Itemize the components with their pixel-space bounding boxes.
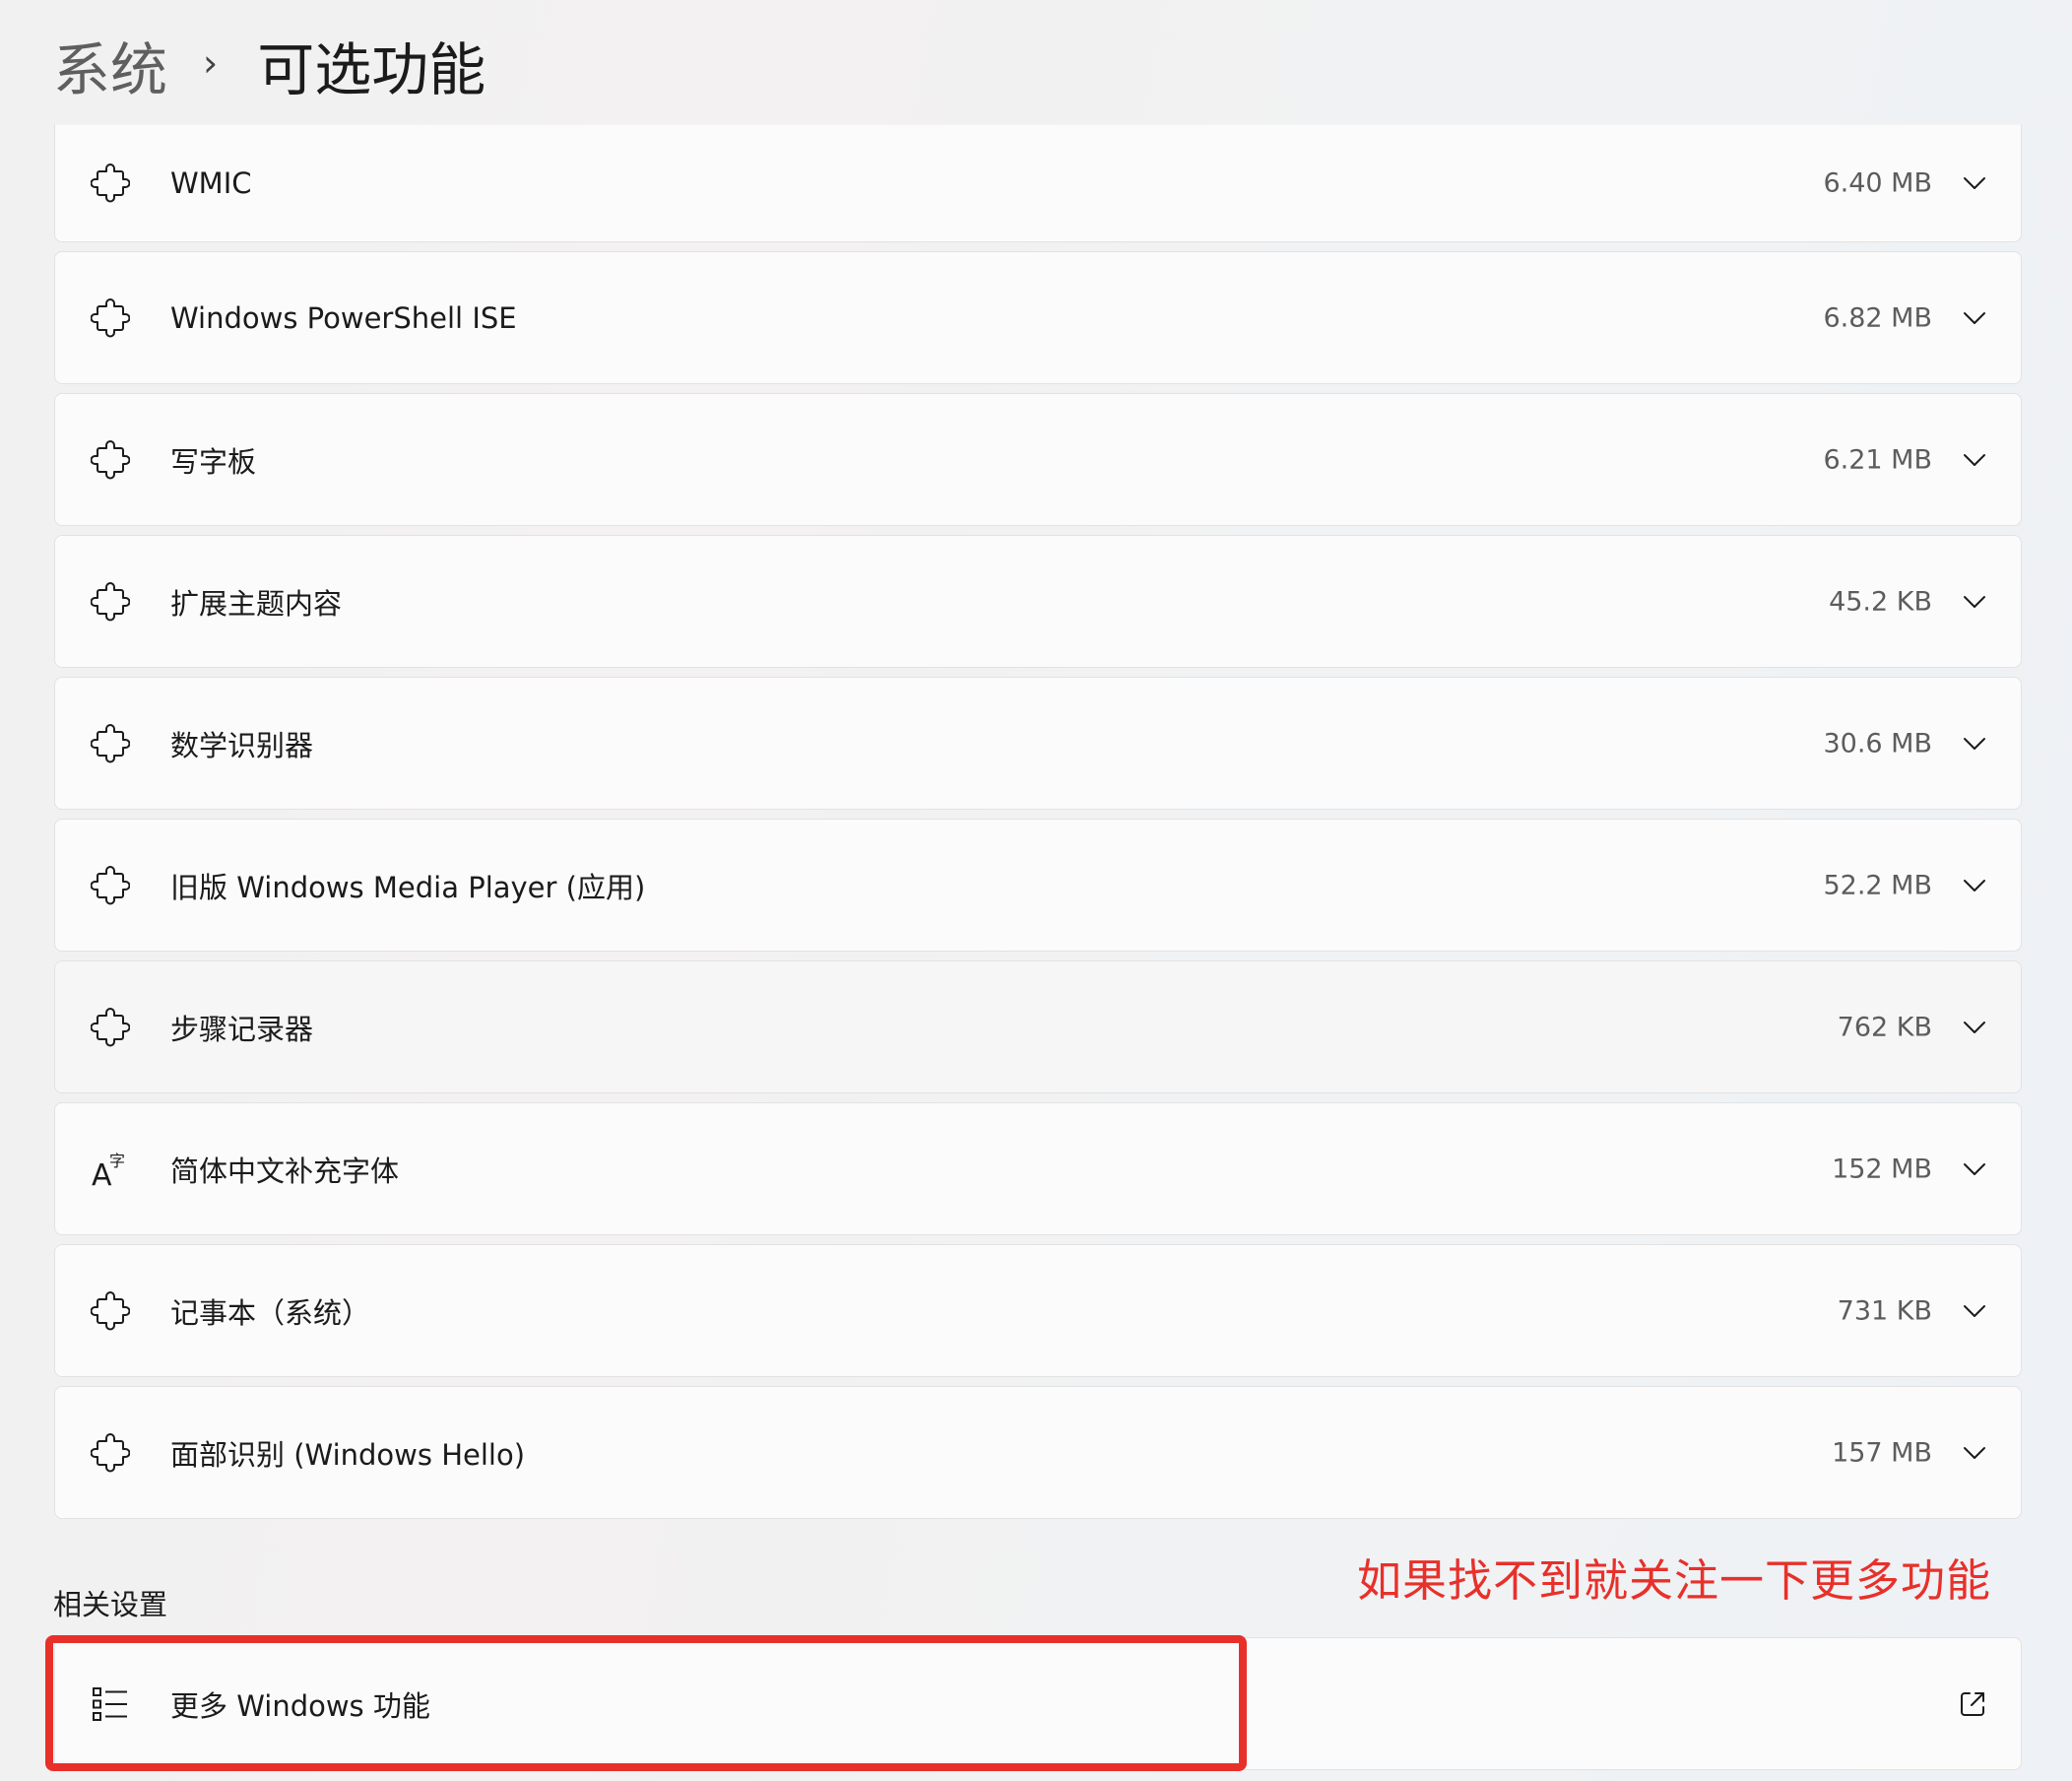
feature-size: 152 MB [1832, 1154, 1932, 1184]
related-settings-heading: 相关设置 [53, 1588, 168, 1621]
feature-size: 157 MB [1832, 1437, 1932, 1468]
feature-row-media-player[interactable]: 旧版 Windows Media Player (应用) 52.2 MB [54, 819, 2022, 952]
optional-features-list: WMIC 6.40 MB Windows PowerShell ISE 6.82… [54, 124, 2022, 1528]
feature-row-powershell-ise[interactable]: Windows PowerShell ISE 6.82 MB [54, 251, 2022, 384]
feature-size: 731 KB [1837, 1295, 1932, 1326]
feature-row-windows-hello[interactable]: 面部识别 (Windows Hello) 157 MB [54, 1386, 2022, 1519]
feature-row-math-recognizer[interactable]: 数学识别器 30.6 MB [54, 677, 2022, 810]
feature-row-wmic[interactable]: WMIC 6.40 MB [54, 124, 2022, 242]
breadcrumb: 系统 › 可选功能 [53, 26, 486, 104]
open-external-icon [1961, 1691, 1984, 1716]
page-title: 可选功能 [257, 36, 486, 103]
feature-size: 45.2 KB [1829, 586, 1932, 617]
feature-name: 数学识别器 [170, 728, 314, 762]
chevron-down-icon[interactable] [1962, 447, 1987, 473]
feature-size: 6.40 MB [1823, 167, 1932, 199]
puzzle-icon [91, 581, 130, 621]
feature-size: 6.21 MB [1823, 444, 1932, 475]
annotation-note: 如果找不到就关注一下更多功能 [1357, 1554, 1992, 1607]
puzzle-icon [91, 164, 130, 203]
feature-row-extended-theme[interactable]: 扩展主题内容 45.2 KB [54, 535, 2022, 668]
puzzle-icon [91, 865, 130, 904]
feature-size: 762 KB [1837, 1012, 1932, 1042]
chevron-down-icon[interactable] [1962, 1440, 1987, 1466]
feature-row-notepad[interactable]: 记事本（系统） 731 KB [54, 1244, 2022, 1377]
chevron-down-icon[interactable] [1962, 170, 1987, 196]
puzzle-icon [91, 1007, 130, 1046]
feature-row-chinese-fonts[interactable]: A 字 简体中文补充字体 152 MB [54, 1102, 2022, 1235]
feature-name: 记事本（系统） [170, 1295, 371, 1330]
feature-size: 6.82 MB [1823, 302, 1932, 333]
breadcrumb-separator: › [203, 41, 219, 85]
feature-name: WMIC [170, 166, 252, 200]
chevron-down-icon[interactable] [1962, 873, 1987, 898]
font-icon: A 字 [92, 1152, 125, 1189]
puzzle-icon [91, 723, 130, 762]
svg-text:字: 字 [109, 1152, 125, 1170]
breadcrumb-parent-system[interactable]: 系统 [53, 24, 167, 106]
feature-name: 旧版 Windows Media Player (应用) [170, 870, 646, 904]
feature-name: 步骤记录器 [170, 1012, 314, 1046]
chevron-down-icon[interactable] [1962, 1015, 1987, 1040]
feature-name: 扩展主题内容 [170, 586, 343, 621]
feature-name: 面部识别 (Windows Hello) [170, 1437, 526, 1472]
chevron-down-icon[interactable] [1962, 1156, 1987, 1182]
more-windows-features-link[interactable]: 更多 Windows 功能 [54, 1637, 2022, 1770]
feature-name: 写字板 [170, 444, 257, 479]
feature-name: Windows PowerShell ISE [170, 300, 517, 335]
chevron-down-icon[interactable] [1962, 731, 1987, 757]
feature-row-wordpad[interactable]: 写字板 6.21 MB [54, 393, 2022, 526]
list-icon [93, 1686, 127, 1721]
feature-size: 52.2 MB [1823, 870, 1932, 900]
feature-name: 简体中文补充字体 [170, 1154, 400, 1188]
chevron-down-icon[interactable] [1962, 589, 1987, 615]
more-windows-features-label: 更多 Windows 功能 [170, 1688, 430, 1723]
puzzle-icon [91, 439, 130, 479]
chevron-down-icon[interactable] [1962, 1298, 1987, 1324]
puzzle-icon [91, 1432, 130, 1472]
puzzle-icon [91, 297, 130, 337]
feature-size: 30.6 MB [1823, 728, 1932, 759]
puzzle-icon [91, 1290, 130, 1330]
feature-row-steps-recorder[interactable]: 步骤记录器 762 KB [54, 960, 2022, 1093]
chevron-down-icon[interactable] [1962, 305, 1987, 331]
